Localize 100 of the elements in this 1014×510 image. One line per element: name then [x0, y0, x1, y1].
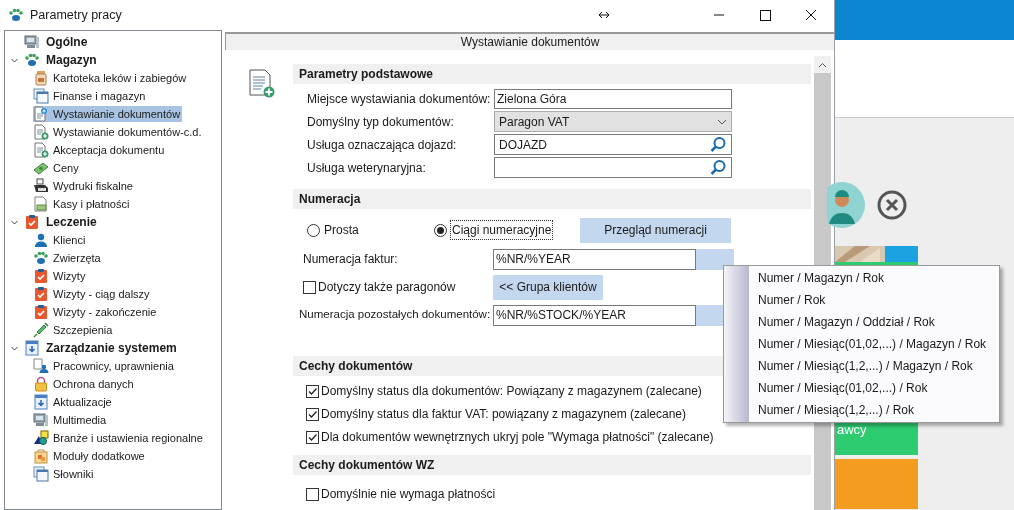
tree-item[interactable]: Kasy i płatności [33, 195, 132, 213]
scroll-up-icon[interactable] [818, 61, 827, 68]
document-plus-icon [247, 68, 277, 98]
tree-item[interactable]: Wizyty - ciąg dalszy [33, 285, 152, 303]
tree-item[interactable]: Zarządzanie systemem [44, 339, 179, 357]
checkbox-label: Dotyczy także paragonów [318, 279, 456, 296]
section-header: Parametry podstawowe [293, 64, 811, 84]
field-label: Usługa weterynaryjna: [306, 159, 427, 177]
radio-button[interactable] [434, 223, 447, 237]
menu-item[interactable]: Numer / Rok [749, 289, 995, 311]
menu-item[interactable]: Numer / Magazyn / Rok [749, 267, 995, 289]
tree-item[interactable]: Multimedia [33, 411, 109, 429]
tree-item[interactable]: Klienci [33, 231, 88, 249]
section-header: Cechy dokumentów WZ [293, 455, 811, 475]
search-icon[interactable] [709, 135, 727, 154]
checkbox[interactable] [306, 407, 319, 421]
windows-icon [33, 466, 49, 482]
checkbox-label: Dla dokumentów wewnętrznych ukryj pole "Wymaga płatności" (zalecane) [321, 429, 714, 446]
window-title: Parametry pracy [30, 6, 122, 24]
checkbox-label: Domyślny status dla faktur VAT: powiązany z magazynem (zalecane) [321, 406, 687, 423]
lookup-field[interactable]: DOJAZD [494, 134, 732, 155]
document-plus-icon [33, 142, 49, 158]
tree-item[interactable]: Słowniki [33, 465, 96, 483]
text-field[interactable]: %NR/%YEAR [493, 248, 696, 270]
tree-item[interactable]: Ochrona danych [33, 375, 136, 393]
package-icon [33, 448, 49, 464]
paw-icon [24, 52, 40, 68]
paw-icon [8, 7, 24, 23]
panel-title: Wystawianie dokumentów [225, 32, 834, 50]
document-plus-icon [33, 124, 49, 140]
clipboard-icon [33, 286, 49, 302]
person-document-icon [33, 358, 49, 374]
tree-item[interactable]: Wystawianie dokumentów-c.d. [33, 123, 204, 141]
chevron-down-icon [717, 118, 727, 125]
clipboard-icon [33, 268, 49, 284]
field-label: Numeracja faktur: [302, 251, 399, 268]
checkbox[interactable] [303, 280, 316, 294]
review-numbering-button[interactable]: Przegląd numeracji [580, 217, 731, 243]
radio-label: Ciągi numeracyjne [451, 221, 553, 239]
app-tile [885, 246, 918, 262]
tile-label: awcy [837, 420, 867, 439]
radio-label: Prosta [324, 222, 359, 239]
resize-cursor-icon [598, 10, 610, 20]
customer-group-button[interactable]: << Grupa klientów [493, 274, 603, 300]
banknote-icon [33, 160, 49, 176]
printer-icon [33, 178, 49, 194]
tree-item[interactable]: Moduły dodatkowe [33, 447, 147, 465]
field-label: Miejsce wystawiania dokumentów: [306, 90, 492, 108]
tree-item[interactable]: Branże i ustawienia regionalne [33, 429, 205, 447]
jar-icon [33, 70, 49, 86]
window-download-icon [24, 340, 40, 356]
shapes-icon [33, 430, 49, 446]
paw-icon [33, 250, 49, 266]
menu-item[interactable]: Numer / Miesiąc(01,02,...) / Magazyn / Rok [749, 333, 995, 355]
tree-item[interactable]: Zwierzęta [33, 249, 103, 267]
checkbox-label: Domyślnie nie wymaga płatności [321, 486, 496, 503]
section-header: Numeracja [293, 189, 811, 209]
tree-item[interactable]: Pracownicy, uprawnienia [33, 357, 176, 375]
doctor-avatar-icon [827, 182, 865, 228]
search-icon[interactable] [709, 158, 727, 177]
tree-item[interactable]: Ceny [33, 159, 81, 177]
checkbox[interactable] [306, 430, 319, 444]
tree-item[interactable]: Wizyty [33, 267, 88, 285]
tree-item[interactable]: Kartoteka leków i zabiegów [33, 69, 189, 87]
field-label: Usługa oznaczająca dojazd: [306, 136, 458, 154]
person-icon [33, 232, 49, 248]
tree-item[interactable]: Wystawianie dokumentów [33, 105, 183, 123]
clipboard-icon [24, 214, 40, 230]
window-download-icon [33, 394, 49, 410]
windows-icon [33, 88, 49, 104]
document-icon [33, 196, 49, 212]
tree-item[interactable]: Wizyty - zakończenie [33, 303, 159, 321]
tree-item[interactable]: Leczenie [44, 213, 99, 231]
close-circle-icon[interactable] [877, 190, 907, 220]
tree-item[interactable]: Wydruki fiskalne [33, 177, 135, 195]
menu-item[interactable]: Numer / Miesiąc(01,02,...) / Rok [749, 377, 995, 399]
tree-item[interactable]: Ogólne [44, 33, 90, 51]
text-field[interactable]: Zielona Góra [494, 88, 732, 109]
tree-item[interactable]: Szczepienia [33, 321, 115, 339]
tree-item[interactable]: Magazyn [44, 51, 99, 69]
checkbox[interactable] [306, 384, 319, 398]
document-plus-icon [33, 106, 49, 122]
menu-item[interactable]: Numer / Magazyn / Oddział / Rok [749, 311, 995, 333]
syringe-icon [33, 322, 49, 338]
monitor-icon [24, 34, 40, 50]
field-label: Numeracja pozostałych dokumentów: [298, 307, 492, 323]
checkbox-label: Domyślny status dla dokumentów: Powiązany z magazynem (zalecane) [321, 383, 702, 400]
checkbox[interactable] [306, 487, 319, 501]
text-field[interactable]: %NR/%STOCK/%YEAR [493, 304, 696, 326]
field-label: Domyślny typ dokumentów: [306, 113, 455, 131]
lookup-field[interactable] [494, 157, 732, 178]
radio-button[interactable] [307, 223, 320, 237]
tree-item[interactable]: Akceptacja dokumentu [33, 141, 167, 159]
lock-icon [33, 376, 49, 392]
clipboard-icon [33, 304, 49, 320]
menu-item[interactable]: Numer / Miesiąc(1,2,...) / Rok [749, 399, 995, 421]
tree-item[interactable]: Finanse i magazyn [33, 87, 148, 105]
dropdown[interactable]: Paragon VAT [494, 111, 732, 132]
monitor-icon [33, 412, 49, 428]
tree-item[interactable]: Aktualizacje [33, 393, 114, 411]
